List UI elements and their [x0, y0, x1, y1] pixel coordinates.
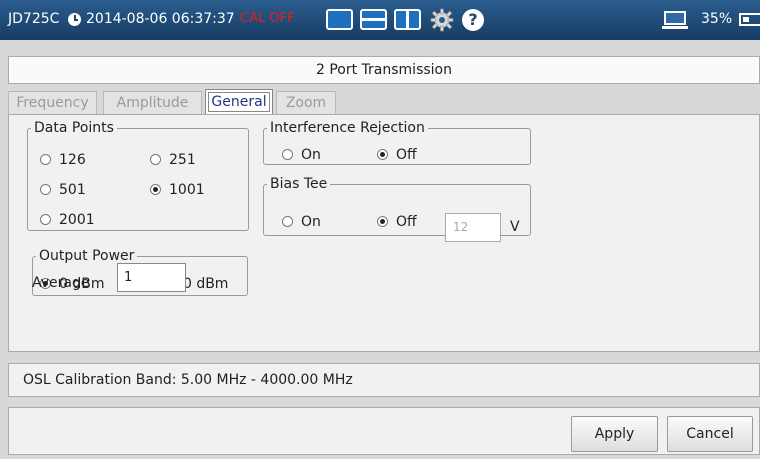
radio-icon	[282, 216, 293, 227]
dialog-title: 2 Port Transmission	[8, 56, 760, 84]
interference-rejection-legend: Interference Rejection	[270, 120, 425, 136]
settings-dialog: 2 Port Transmission Frequency Amplitude …	[0, 40, 760, 459]
option-label: 126	[59, 152, 86, 168]
status-bar: JD725C 2014-08-06 06:37:37 CAL OFF ? 35%	[0, 0, 760, 40]
vertical-split-icon[interactable]	[394, 9, 421, 30]
battery-percent: 35%	[701, 11, 733, 27]
bias-voltage-input[interactable]: 12	[445, 213, 501, 242]
interference-on-option[interactable]: On	[282, 147, 321, 163]
bias-tee-legend: Bias Tee	[270, 176, 328, 192]
data-points-option-1001[interactable]: 1001	[150, 182, 205, 198]
radio-icon	[150, 154, 161, 165]
radio-icon	[282, 149, 293, 160]
radio-selected-icon	[150, 184, 161, 195]
battery-icon	[739, 13, 760, 26]
data-points-option-251[interactable]: 251	[150, 152, 196, 168]
radio-icon	[40, 154, 51, 165]
option-label: Off	[396, 214, 417, 230]
radio-selected-icon	[377, 149, 388, 160]
tab-frequency[interactable]: Frequency	[8, 91, 97, 115]
monitor-icon[interactable]	[662, 11, 688, 29]
option-label: 501	[59, 182, 86, 198]
cal-status: CAL OFF	[240, 11, 295, 26]
bias-tee-on-option[interactable]: On	[282, 214, 321, 230]
data-points-option-2001[interactable]: 2001	[40, 212, 95, 228]
radio-icon	[40, 184, 51, 195]
interference-off-option[interactable]: Off	[377, 147, 417, 163]
option-label: 1001	[169, 182, 205, 198]
data-points-option-501[interactable]: 501	[40, 182, 86, 198]
interference-rejection-group: Interference Rejection On Off	[263, 120, 531, 165]
bias-voltage-unit: V	[510, 219, 520, 235]
radio-selected-icon	[377, 216, 388, 227]
option-label: 2001	[59, 212, 95, 228]
option-label: Off	[396, 147, 417, 163]
model-name: JD725C	[8, 11, 60, 27]
osl-calibration-band: OSL Calibration Band: 5.00 MHz - 4000.00…	[8, 363, 760, 397]
output-power-legend: Output Power	[39, 248, 135, 264]
apply-button[interactable]: Apply	[571, 416, 658, 452]
clock-icon	[68, 13, 81, 26]
average-label: Average	[32, 275, 90, 291]
bias-tee-group: Bias Tee On Off 12 V	[263, 176, 531, 242]
option-label: 251	[169, 152, 196, 168]
data-points-legend: Data Points	[34, 120, 114, 136]
data-points-option-126[interactable]: 126	[40, 152, 86, 168]
datetime: 2014-08-06 06:37:37	[86, 11, 235, 27]
bias-tee-off-option[interactable]: Off	[377, 214, 417, 230]
tab-general[interactable]: General	[205, 89, 273, 115]
general-panel: Data Points 126 251 501 1001 2001 Interf…	[8, 114, 760, 352]
tab-amplitude[interactable]: Amplitude	[103, 91, 202, 115]
radio-icon	[40, 214, 51, 225]
gear-icon[interactable]	[430, 8, 454, 32]
horizontal-split-icon[interactable]	[360, 9, 387, 30]
single-view-icon[interactable]	[326, 9, 353, 30]
option-label: On	[301, 214, 321, 230]
option-label: On	[301, 147, 321, 163]
cancel-button[interactable]: Cancel	[667, 416, 753, 452]
data-points-group: Data Points 126 251 501 1001 2001	[27, 120, 249, 231]
average-input[interactable]: 1	[117, 263, 186, 292]
button-bar: Apply Cancel	[8, 407, 760, 455]
tab-zoom[interactable]: Zoom	[276, 91, 336, 115]
help-icon[interactable]: ?	[462, 9, 484, 31]
